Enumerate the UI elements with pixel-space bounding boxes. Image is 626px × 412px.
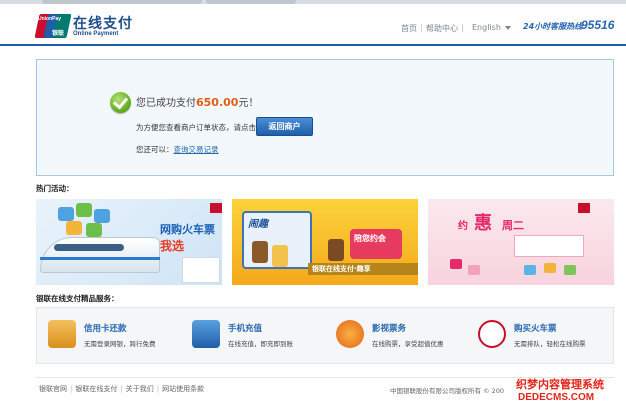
- mobile-phone-icon[interactable]: [192, 320, 220, 348]
- promo-banner-tuesday-deals[interactable]: 约 惠 周二: [428, 199, 614, 285]
- unionpay-mini-logo: [578, 203, 590, 213]
- footer-separator: |: [156, 385, 160, 393]
- banner1-line1: 网购火车票: [160, 223, 215, 236]
- footer-link[interactable]: 关于我们: [126, 385, 154, 393]
- alternative-actions: 您还可以：查询交易记录: [136, 145, 219, 154]
- railway-icon[interactable]: [478, 320, 506, 348]
- nav-help-link[interactable]: 帮助中心: [426, 23, 458, 34]
- success-message: 您已成功支付650.00元！: [136, 96, 259, 109]
- toy-figure: [252, 241, 268, 263]
- banner2-gift-text: 陪您约会: [354, 234, 386, 243]
- service-credit-card-desc: 无需登录网银，跨行免费: [84, 340, 156, 348]
- train-illustration: [40, 237, 160, 273]
- unionpay-mini-logo: [210, 203, 222, 213]
- train-stripe: [40, 257, 160, 260]
- watermark-cn: 织梦内容管理系统: [516, 378, 604, 391]
- credit-card-icon[interactable]: [48, 320, 76, 348]
- banner3-post: 周二: [502, 219, 524, 232]
- logo-title: 在线支付: [73, 16, 133, 32]
- footer-separator: |: [70, 385, 73, 393]
- hotline-number: 95516: [581, 18, 615, 32]
- footer-links: 银联官网 | 银联在线支付 | 关于我们 | 网站使用条款: [39, 384, 204, 394]
- promo-banner-train-tickets[interactable]: 网购火车票 我选: [36, 199, 222, 285]
- banner-decor: [86, 223, 102, 237]
- service-movie-title[interactable]: 影视票务: [372, 322, 406, 334]
- logo-subtitle: Online Payment: [73, 31, 119, 37]
- return-hint: 为方便您查看商户订单状态，请点击: [136, 123, 256, 132]
- banner3-hui: 惠: [474, 213, 492, 234]
- return-merchant-button[interactable]: 返回商户: [256, 117, 313, 136]
- footer-link[interactable]: 银联在线支付: [75, 385, 117, 393]
- checklist-card: [182, 257, 220, 283]
- banner2-box-label: 闹趣: [248, 219, 268, 230]
- chevron-down-icon: [504, 25, 511, 30]
- success-check-icon: [110, 92, 131, 113]
- nav-separator: |: [461, 23, 464, 32]
- promo-banner-snack[interactable]: 闹趣 陪您约会 银联在线支付·趣享: [232, 199, 418, 285]
- transaction-records-link[interactable]: 查询交易记录: [174, 145, 219, 154]
- nav-separator: |: [420, 23, 423, 32]
- banner-decor: [76, 203, 92, 217]
- banner-decor: [94, 209, 110, 223]
- banner-decor: [66, 221, 82, 235]
- product-item: [524, 265, 536, 275]
- payment-success-panel: [36, 59, 614, 176]
- service-mobile-title[interactable]: 手机充值: [228, 322, 262, 334]
- banner-decor: [58, 207, 74, 221]
- train-window: [54, 244, 124, 251]
- services-title: 银联在线支付精品服务：: [36, 294, 119, 303]
- watermark-en: DEDECMS.COM: [518, 392, 595, 403]
- footer-link[interactable]: 银联官网: [39, 385, 67, 393]
- product-item: [468, 265, 480, 275]
- promotions-title: 热门活动：: [36, 184, 74, 193]
- footer-separator: |: [120, 385, 123, 393]
- service-train-desc: 无需排队，轻松在线购票: [514, 340, 586, 348]
- language-select[interactable]: English: [472, 23, 511, 32]
- deal-tag: [514, 235, 584, 257]
- toy-figure: [328, 239, 344, 261]
- nav-home-link[interactable]: 首页: [401, 23, 417, 34]
- site-header: UnionPay 银联 在线支付 Online Payment 首页 | 帮助中…: [0, 4, 626, 46]
- service-mobile-desc: 在线充值，即充即到账: [228, 340, 293, 348]
- banner2-strip-text: 银联在线支付·趣享: [312, 265, 371, 273]
- logo-badge-en: UnionPay: [38, 16, 62, 22]
- footer-link[interactable]: 网站使用条款: [162, 385, 204, 393]
- logo-badge-cn: 银联: [52, 30, 65, 37]
- payment-amount: 650.00: [196, 96, 239, 109]
- service-movie-desc: 在线购票，享受超值优惠: [372, 340, 444, 348]
- service-credit-card-title[interactable]: 信用卡还款: [84, 322, 127, 334]
- product-item: [564, 265, 576, 275]
- product-item: [544, 263, 556, 273]
- product-item: [450, 259, 462, 269]
- banner3-pre: 约: [458, 221, 468, 232]
- banner1-line2: 我选: [160, 239, 185, 253]
- hotline-label: 24小时客服热线: [523, 22, 583, 31]
- services-panel: [36, 307, 614, 364]
- copyright-text: 中国银联股份有限公司版权所有 © 200: [390, 387, 505, 395]
- service-train-title[interactable]: 购买火车票: [514, 322, 557, 334]
- toy-figure: [272, 245, 288, 267]
- film-reel-icon[interactable]: [336, 320, 364, 348]
